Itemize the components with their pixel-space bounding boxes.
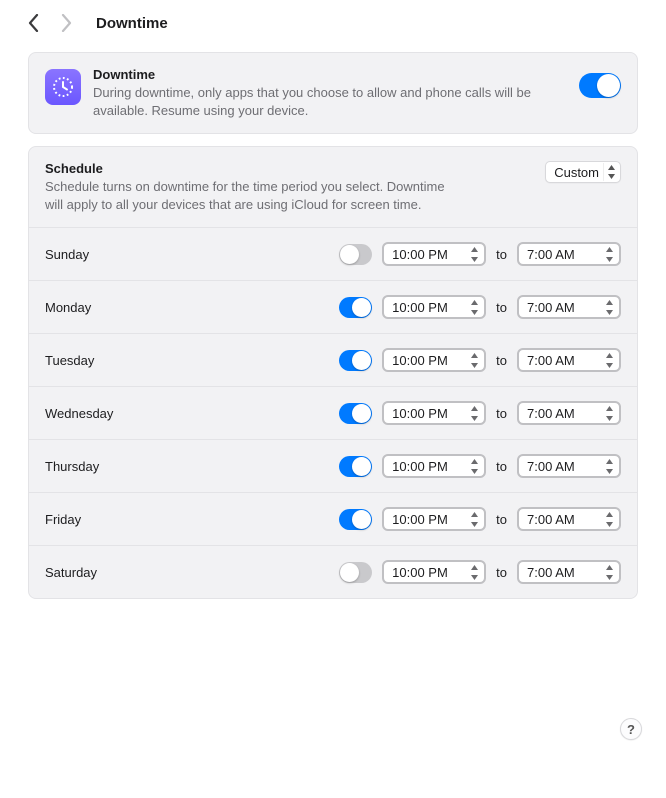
stepper-icon: [467, 350, 482, 370]
to-time-value: 7:00 AM: [527, 353, 602, 368]
downtime-title: Downtime: [93, 67, 567, 82]
day-name: Thursday: [45, 459, 339, 474]
day-name: Tuesday: [45, 353, 339, 368]
stepper-icon: [467, 244, 482, 264]
to-time-value: 7:00 AM: [527, 300, 602, 315]
stepper-icon: [602, 244, 617, 264]
help-icon: ?: [627, 722, 635, 737]
stepper-icon: [602, 562, 617, 582]
to-label: to: [496, 565, 507, 580]
day-row: Sunday 10:00 PM to 7:00 AM: [29, 227, 637, 280]
nav-arrows: [28, 14, 72, 32]
day-switch[interactable]: [339, 244, 372, 265]
to-time-picker[interactable]: 7:00 AM: [517, 242, 621, 266]
day-switch[interactable]: [339, 562, 372, 583]
stepper-icon: [602, 297, 617, 317]
day-name: Sunday: [45, 247, 339, 262]
stepper-icon: [467, 297, 482, 317]
to-time-picker[interactable]: 7:00 AM: [517, 454, 621, 478]
to-label: to: [496, 459, 507, 474]
to-time-value: 7:00 AM: [527, 406, 602, 421]
from-time-picker[interactable]: 10:00 PM: [382, 454, 486, 478]
from-time-value: 10:00 PM: [392, 247, 467, 262]
from-time-value: 10:00 PM: [392, 459, 467, 474]
from-time-picker[interactable]: 10:00 PM: [382, 401, 486, 425]
schedule-title: Schedule: [45, 161, 529, 176]
to-time-picker[interactable]: 7:00 AM: [517, 507, 621, 531]
from-time-picker[interactable]: 10:00 PM: [382, 348, 486, 372]
schedule-mode-value: Custom: [554, 165, 599, 180]
from-time-value: 10:00 PM: [392, 300, 467, 315]
header-bar: Downtime: [0, 0, 666, 52]
from-time-picker[interactable]: 10:00 PM: [382, 295, 486, 319]
day-name: Monday: [45, 300, 339, 315]
stepper-icon: [467, 403, 482, 423]
to-time-value: 7:00 AM: [527, 565, 602, 580]
day-row: Thursday 10:00 PM to 7:00 AM: [29, 439, 637, 492]
downtime-icon: [45, 69, 81, 105]
day-switch[interactable]: [339, 456, 372, 477]
from-time-value: 10:00 PM: [392, 512, 467, 527]
stepper-icon: [602, 350, 617, 370]
to-time-value: 7:00 AM: [527, 459, 602, 474]
day-row: Tuesday 10:00 PM to 7:00 AM: [29, 333, 637, 386]
from-time-picker[interactable]: 10:00 PM: [382, 242, 486, 266]
day-name: Wednesday: [45, 406, 339, 421]
to-label: to: [496, 406, 507, 421]
to-time-value: 7:00 AM: [527, 247, 602, 262]
chevron-updown-icon: [603, 163, 618, 181]
to-time-value: 7:00 AM: [527, 512, 602, 527]
stepper-icon: [467, 562, 482, 582]
day-switch[interactable]: [339, 509, 372, 530]
schedule-card: Schedule Schedule turns on downtime for …: [28, 146, 638, 599]
day-row: Friday 10:00 PM to 7:00 AM: [29, 492, 637, 545]
from-time-value: 10:00 PM: [392, 565, 467, 580]
day-name: Friday: [45, 512, 339, 527]
to-label: to: [496, 512, 507, 527]
forward-button[interactable]: [61, 14, 72, 32]
day-row: Monday 10:00 PM to 7:00 AM: [29, 280, 637, 333]
day-row: Wednesday 10:00 PM to 7:00 AM: [29, 386, 637, 439]
to-label: to: [496, 353, 507, 368]
day-name: Saturday: [45, 565, 339, 580]
day-switch[interactable]: [339, 297, 372, 318]
to-label: to: [496, 247, 507, 262]
to-time-picker[interactable]: 7:00 AM: [517, 295, 621, 319]
page-title: Downtime: [96, 15, 168, 32]
stepper-icon: [467, 509, 482, 529]
day-switch[interactable]: [339, 403, 372, 424]
schedule-mode-select[interactable]: Custom: [545, 161, 621, 183]
day-row: Saturday 10:00 PM to 7:00 AM: [29, 545, 637, 598]
day-switch[interactable]: [339, 350, 372, 371]
stepper-icon: [602, 509, 617, 529]
stepper-icon: [467, 456, 482, 476]
back-button[interactable]: [28, 14, 39, 32]
to-time-picker[interactable]: 7:00 AM: [517, 348, 621, 372]
from-time-picker[interactable]: 10:00 PM: [382, 507, 486, 531]
downtime-description: During downtime, only apps that you choo…: [93, 84, 567, 119]
downtime-master-switch[interactable]: [579, 73, 621, 98]
stepper-icon: [602, 403, 617, 423]
to-label: to: [496, 300, 507, 315]
downtime-card: Downtime During downtime, only apps that…: [28, 52, 638, 134]
help-button[interactable]: ?: [620, 718, 642, 740]
to-time-picker[interactable]: 7:00 AM: [517, 560, 621, 584]
from-time-value: 10:00 PM: [392, 406, 467, 421]
from-time-value: 10:00 PM: [392, 353, 467, 368]
schedule-description: Schedule turns on downtime for the time …: [45, 178, 465, 213]
to-time-picker[interactable]: 7:00 AM: [517, 401, 621, 425]
from-time-picker[interactable]: 10:00 PM: [382, 560, 486, 584]
stepper-icon: [602, 456, 617, 476]
